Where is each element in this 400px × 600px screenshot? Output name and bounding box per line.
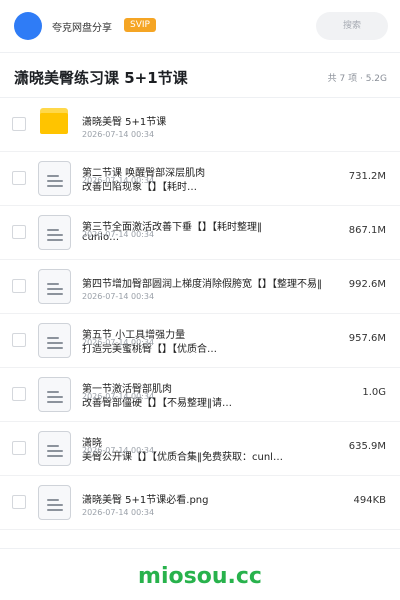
document-icon [38,269,71,304]
row-checkbox[interactable] [12,225,26,239]
file-row[interactable]: 潇晓 美臀公开课【】【优质合集‖免费获取：cunl… 2026-07-14 00:3… [0,422,400,476]
row-checkbox[interactable] [12,279,26,293]
row-checkbox[interactable] [12,171,26,185]
footer: miosou.cc [0,548,400,600]
file-row[interactable]: 潇晓美臀 5+1节课必看.png 2026-07-14 00:34 494KB [0,476,400,530]
file-size: 494KB [353,495,386,506]
file-size: 867.1M [348,225,386,236]
file-row[interactable]: 潇晓美臀 5+1节课 2026-07-14 00:34 [0,98,400,152]
folder-meta: 共 7 项 · 5.2G [327,74,387,84]
row-checkbox[interactable] [12,333,26,347]
avatar[interactable] [14,12,42,40]
row-checkbox[interactable] [12,117,26,131]
file-name[interactable]: 潇晓美臀 5+1节课必看.png [82,491,342,506]
brand-watermark: miosou.cc [138,564,262,589]
file-size: 957.6M [348,333,386,344]
file-date: 2026-07-14 00:34 [82,130,155,139]
svip-badge: SVIP [124,18,156,32]
file-row[interactable]: 第二节课 唤醒臀部深层肌肉 改善凹陷现象【】【耗时… 2026-07-14 00:3… [0,152,400,206]
file-row[interactable]: 第四节增加臀部圆润上梯度消除假胯宽【】【整理不易‖ 2026-07-14 00:3… [0,260,400,314]
file-row[interactable]: 第一节激活臀部肌肉 改善臀部僵硬【】【不易整理‖请… 2026-07-14 00:3… [0,368,400,422]
document-icon [38,161,71,196]
file-size: 635.9M [348,441,386,452]
row-checkbox[interactable] [12,387,26,401]
search-input[interactable]: 搜索 [316,12,388,40]
file-date: 2026-07-14 00:34 [82,446,155,455]
document-icon [38,215,71,250]
document-icon [38,431,71,466]
file-size: 731.2M [348,171,386,182]
row-checkbox[interactable] [12,495,26,509]
file-name[interactable]: 潇晓美臀 5+1节课 [82,113,372,128]
file-row[interactable]: 第五节 小工具增强力量 打造完美蜜桃臀【】【优质合… 2026-07-14 00:3… [0,314,400,368]
page-title: 潇晓美臀练习课 5+1节课 [14,69,188,87]
file-list: 潇晓美臀 5+1节课 2026-07-14 00:34 第二节课 唤醒臀部深层肌肉改… [0,98,400,530]
row-checkbox[interactable] [12,441,26,455]
file-row[interactable]: 第三节全面激活改善下垂【】【耗时整理‖ cunlo… 2026-07-14 00:3… [0,206,400,260]
document-icon [38,485,71,520]
file-date: 2026-07-14 00:34 [82,508,155,517]
file-size: 1.0G [362,387,386,398]
file-date: 2026-07-14 00:34 [82,176,155,185]
file-date: 2026-07-14 00:34 [82,292,155,301]
file-date: 2026-07-14 00:34 [82,230,155,239]
file-date: 2026-07-14 00:34 [82,392,155,401]
file-name[interactable]: 第四节增加臀部圆润上梯度消除假胯宽【】【整理不易‖ [82,275,342,290]
header-bar: 夸克网盘分享 SVIP 搜索 [0,0,400,52]
folder-title-bar: 潇晓美臀练习课 5+1节课 共 7 项 · 5.2G [0,52,400,98]
document-icon [38,377,71,412]
document-icon [38,323,71,358]
file-date: 2026-07-14 00:34 [82,338,155,347]
file-size: 992.6M [348,279,386,290]
user-name[interactable]: 夸克网盘分享 [52,19,112,34]
